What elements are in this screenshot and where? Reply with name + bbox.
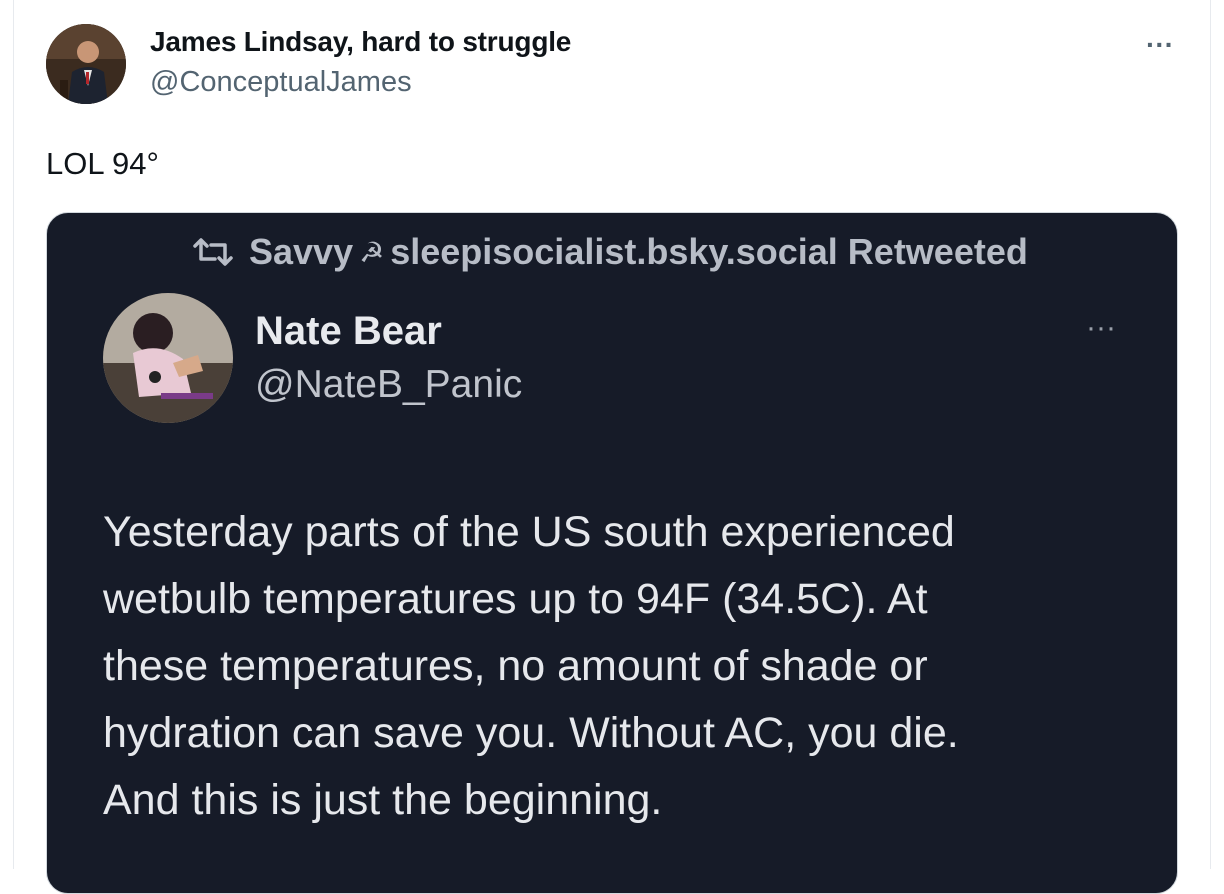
- quoted-text-line: hydration can save you. Without AC, you …: [103, 709, 959, 757]
- more-options-icon[interactable]: ···: [1140, 30, 1180, 60]
- tweet-text: LOL 94°: [46, 146, 159, 181]
- quoted-text-line: Yesterday parts of the US south experien…: [103, 508, 955, 556]
- quoted-tweet-text: Yesterday parts of the US south experien…: [103, 499, 1143, 834]
- retweet-context: Savvy ☭ sleepisocialist.bsky.social Retw…: [191, 231, 1028, 273]
- quoted-author-avatar: [103, 293, 233, 423]
- user-avatar-photo: [46, 24, 126, 104]
- quoted-text-line: wetbulb temperatures up to 94F (34.5C). …: [103, 575, 928, 623]
- author-handle[interactable]: @ConceptualJames: [150, 66, 412, 99]
- quoted-text-line: these temperatures, no amount of shade o…: [103, 642, 928, 690]
- author-avatar[interactable]: [46, 24, 126, 104]
- quoted-author-handle: @NateB_Panic: [255, 363, 523, 406]
- quoted-text-line: And this is just the beginning.: [103, 776, 663, 824]
- hammer-sickle-icon: ☭: [359, 236, 385, 268]
- retweet-icon: [193, 238, 233, 266]
- author-name[interactable]: James Lindsay, hard to struggle: [150, 26, 571, 58]
- retweeter-rest: sleepisocialist.bsky.social Retweeted: [390, 231, 1028, 272]
- user-avatar-photo-quoted: [103, 293, 233, 423]
- retweeter-name: Savvy: [249, 231, 354, 272]
- quoted-author-name: Nate Bear: [255, 309, 442, 353]
- quoted-more-options-icon: ···: [1086, 311, 1116, 344]
- embedded-screenshot[interactable]: Savvy ☭ sleepisocialist.bsky.social Retw…: [46, 212, 1178, 894]
